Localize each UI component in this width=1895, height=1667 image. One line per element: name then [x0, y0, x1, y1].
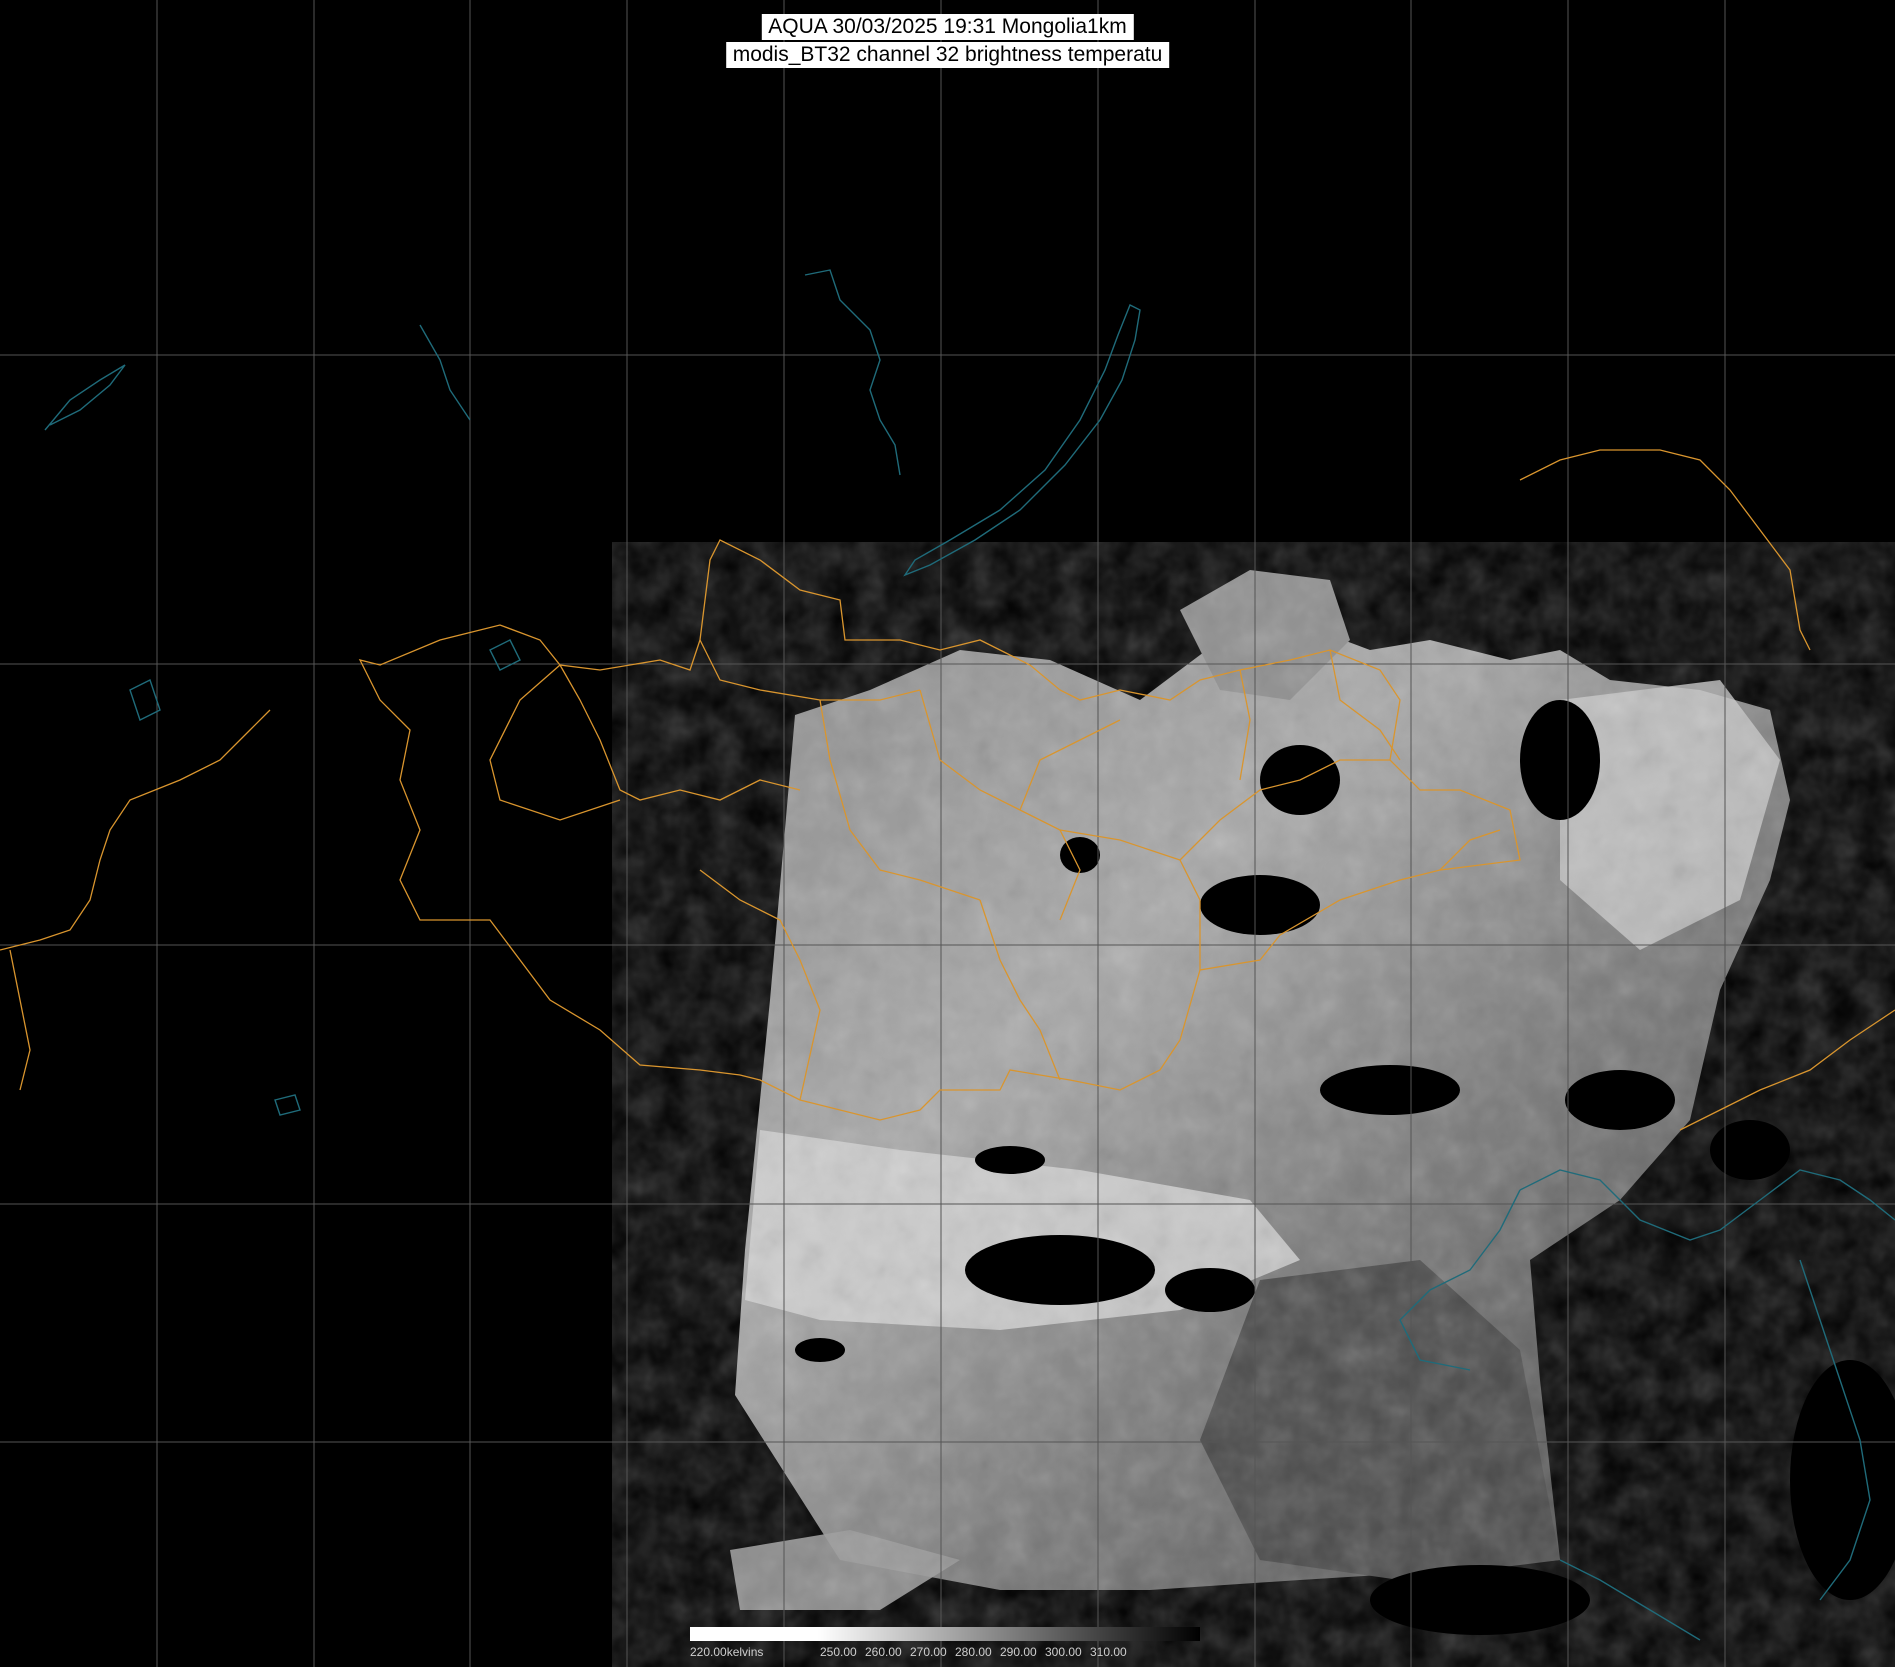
river-north [804, 269, 901, 476]
border-far-east [1519, 449, 1811, 651]
cloud-gap [1370, 1565, 1590, 1635]
cloud-gap [975, 1146, 1045, 1174]
cloud-gap [795, 1338, 845, 1362]
lake-baikal [903, 304, 1141, 577]
small-lake [489, 639, 521, 671]
colorbar-label: 300.00 [1045, 1645, 1082, 1659]
river-west [419, 324, 471, 421]
cloud-gap [1165, 1268, 1255, 1312]
colorbar [690, 1627, 1200, 1641]
cloud-gap [1200, 875, 1320, 935]
colorbar-label: 220.00kelvins [690, 1645, 764, 1659]
colorbar-label: 270.00 [910, 1645, 947, 1659]
cloud-gap [1320, 1065, 1460, 1115]
cloud-gap [1520, 700, 1600, 820]
map-subtitle: modis_BT32 channel 32 brightness tempera… [725, 42, 1170, 68]
satellite-map [0, 0, 1895, 1667]
small-lake [129, 679, 161, 721]
colorbar-label: 290.00 [1000, 1645, 1037, 1659]
map-title: AQUA 30/03/2025 19:31 Mongolia1km [761, 14, 1134, 40]
colorbar-label: 310.00 [1090, 1645, 1127, 1659]
cloud-gap [1565, 1070, 1675, 1130]
imagery-swath [720, 570, 1895, 1635]
cloud-gap [965, 1235, 1155, 1305]
cloud-gap [1790, 1360, 1895, 1600]
border-southwest [9, 949, 31, 1091]
colorbar-label: 260.00 [865, 1645, 902, 1659]
small-lake [274, 1094, 301, 1116]
colorbar-label: 250.00 [820, 1645, 857, 1659]
colorbar-label: 280.00 [955, 1645, 992, 1659]
border-west [0, 709, 271, 951]
coast-northwest [44, 364, 126, 431]
cloud-gap [1710, 1120, 1790, 1180]
